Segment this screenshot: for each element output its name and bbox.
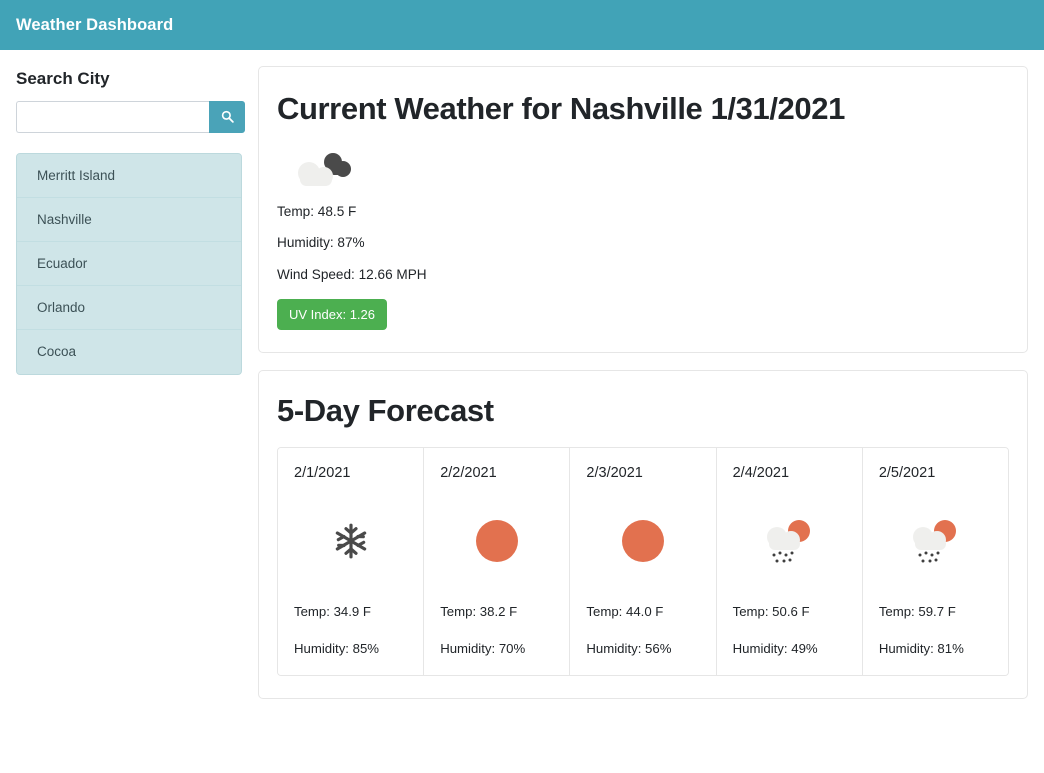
- city-name: Nashville: [37, 211, 92, 227]
- forecast-humidity: Humidity: 56%: [586, 640, 672, 656]
- forecast-day: 2/4/2021 Temp: 50.6 F Humidity: 49%: [716, 448, 863, 675]
- current-humidity: Humidity: 87%: [277, 235, 365, 251]
- city-list-item[interactable]: Orlando: [17, 285, 241, 330]
- current-temp: Temp: 48.5 F: [277, 203, 357, 219]
- forecast-temp: Temp: 38.2 F: [440, 603, 518, 619]
- snowflake-icon: [294, 515, 407, 567]
- forecast-temp: Temp: 59.7 F: [878, 603, 956, 619]
- current-weather-title: Current Weather for Nashville 1/31/2021: [277, 91, 845, 126]
- sun-icon: [586, 515, 699, 567]
- broken-clouds-icon: [289, 143, 1009, 199]
- city-list-item[interactable]: Cocoa: [17, 329, 241, 374]
- forecast-date: 2/2/2021: [440, 465, 497, 482]
- sun-behind-rain-cloud-icon: [733, 515, 846, 567]
- search-input[interactable]: [16, 100, 209, 133]
- search-button[interactable]: [209, 100, 245, 133]
- forecast-date: 2/4/2021: [732, 465, 790, 482]
- search-form: [16, 100, 245, 133]
- forecast-temp: Temp: 50.6 F: [732, 603, 810, 619]
- forecast-date: 2/5/2021: [878, 465, 936, 482]
- forecast-day: 2/1/2021 Temp: 34.9 F Humidity: 85%: [278, 448, 425, 675]
- search-city-label: Search City: [16, 69, 110, 88]
- sidebar: Search City Merritt Island Nashville Ecu…: [0, 50, 258, 375]
- app-title: Weather Dashboard: [16, 15, 174, 34]
- forecast-date: 2/1/2021: [294, 465, 351, 482]
- forecast-day: 2/2/2021 Temp: 38.2 F Humidity: 70%: [424, 448, 571, 675]
- forecast-day: 2/5/2021 Temp: 59.7 F Humidity: 81%: [862, 448, 1008, 675]
- forecast-day: 2/3/2021 Temp: 44.0 F Humidity: 56%: [570, 448, 717, 675]
- forecast-temp: Temp: 44.0 F: [586, 603, 664, 619]
- forecast-humidity: Humidity: 70%: [440, 640, 526, 656]
- current-wind-speed: Wind Speed: 12.66 MPH: [277, 266, 427, 282]
- city-list-item[interactable]: Ecuador: [17, 241, 241, 286]
- forecast-humidity: Humidity: 85%: [294, 640, 380, 656]
- city-list-item[interactable]: Merritt Island: [17, 153, 241, 198]
- forecast-row: 2/1/2021 Temp: 34.9 F Humidity: 85% 2/2/…: [277, 447, 1009, 676]
- app-header: Weather Dashboard: [0, 0, 1044, 50]
- page-body: Search City Merritt Island Nashville Ecu…: [0, 50, 1044, 716]
- forecast-temp: Temp: 34.9 F: [294, 603, 371, 619]
- city-list-item[interactable]: Nashville: [17, 197, 241, 242]
- city-history-list: Merritt Island Nashville Ecuador Orlando…: [16, 152, 242, 375]
- forecast-humidity: Humidity: 49%: [732, 640, 818, 656]
- uv-index-badge: UV Index: 1.26: [277, 299, 387, 331]
- forecast-title: 5-Day Forecast: [277, 393, 494, 429]
- sun-behind-rain-cloud-icon: [879, 515, 992, 567]
- sun-icon: [440, 515, 553, 567]
- forecast-date: 2/3/2021: [586, 465, 643, 482]
- city-name: Ecuador: [37, 255, 88, 271]
- forecast-humidity: Humidity: 81%: [878, 640, 964, 656]
- city-name: Orlando: [37, 299, 86, 315]
- search-icon: [221, 110, 234, 123]
- current-weather-card: Current Weather for Nashville 1/31/2021: [258, 66, 1028, 354]
- city-name: Merritt Island: [37, 167, 116, 183]
- city-name: Cocoa: [37, 344, 77, 360]
- forecast-card: 5-Day Forecast 2/1/2021 Temp: 34.9 F Hum…: [258, 370, 1028, 699]
- main-content: Current Weather for Nashville 1/31/2021: [258, 50, 1044, 716]
